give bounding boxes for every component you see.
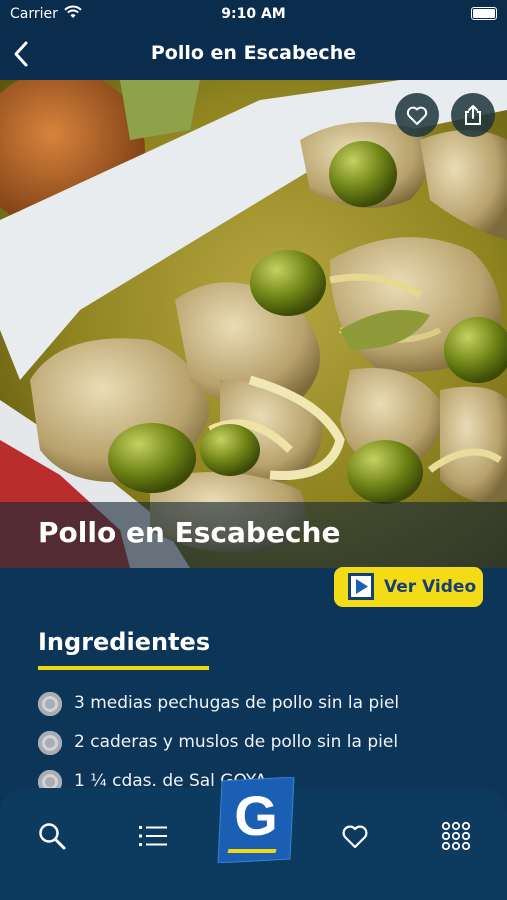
recipe-photo [0,80,507,568]
grid-icon[interactable] [441,821,471,851]
ingredient-item[interactable]: 3 medias pechugas de pollo sin la piel [38,691,498,717]
page-title: Pollo en Escabeche [150,42,357,64]
logo-stripe [227,849,277,853]
share-button[interactable] [451,93,495,137]
recipe-title-overlay: Pollo en Escabeche [0,502,507,568]
search-icon[interactable] [37,821,67,851]
heart-outline-icon[interactable] [340,821,370,851]
logo-letter: G [234,784,278,847]
battery-icon [471,7,497,20]
ingredient-list[interactable]: 3 medias pechugas de pollo sin la piel 2… [0,686,507,788]
watch-video-button[interactable]: Ver Video [334,567,483,607]
goya-logo-home-button[interactable]: G [216,777,296,863]
share-icon [465,105,481,125]
recipe-hero: Pollo en Escabeche [0,80,507,568]
status-bar: Carrier 9:10 AM [0,0,507,28]
recipe-name: Pollo en Escabeche [38,516,341,549]
favorite-button[interactable] [395,93,439,137]
heart-outline-icon [406,106,428,125]
ingredient-text: 3 medias pechugas de pollo sin la piel [74,693,400,713]
checkbox-icon[interactable] [38,770,62,788]
ingredient-text: 2 caderas y muslos de pollo sin la piel [74,732,399,752]
ingredient-item[interactable]: 2 caderas y muslos de pollo sin la piel [38,730,498,756]
checkbox-icon[interactable] [38,731,62,755]
watch-video-label: Ver Video [384,577,477,597]
list-icon[interactable] [138,821,168,851]
heading-underline [38,666,209,670]
ingredients-heading: Ingredientes [38,628,211,656]
clock: 9:10 AM [221,6,286,22]
play-icon [348,573,374,600]
checkbox-icon[interactable] [38,692,62,716]
navigation-bar: Pollo en Escabeche [0,28,507,80]
